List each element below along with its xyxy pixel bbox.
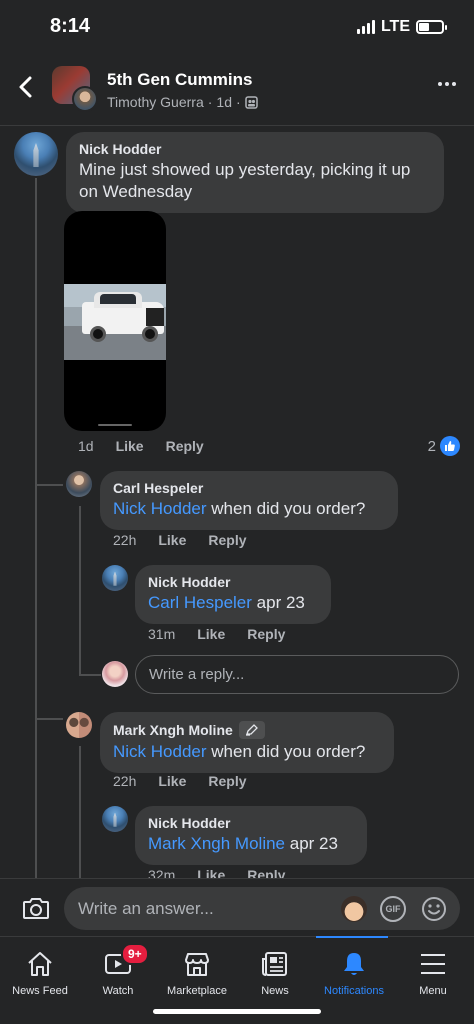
mention-link[interactable]: Carl Hespeler [148, 593, 252, 612]
reply-button[interactable]: Reply [208, 532, 246, 548]
mention-link[interactable]: Mark Xngh Moline [148, 834, 285, 853]
comment-bubble: Carl Hespeler Nick Hodder when did you o… [100, 471, 398, 530]
group-privacy-icon [244, 95, 258, 109]
comment-text: Carl Hespeler apr 23 [148, 593, 305, 612]
like-button[interactable]: Like [197, 626, 225, 642]
like-button[interactable]: Like [158, 773, 186, 789]
emoji-icon[interactable] [420, 895, 448, 923]
status-indicators: LTE [356, 18, 447, 36]
tab-menu[interactable]: Menu [393, 937, 473, 1007]
reaction-count-value: 2 [427, 437, 436, 455]
post-header: 5th Gen Cummins Timothy Guerra · 1d · [0, 56, 474, 126]
bell-icon [344, 953, 364, 975]
battery-icon [416, 20, 447, 34]
comment-author[interactable]: Nick Hodder [148, 574, 318, 590]
gif-icon[interactable]: GIF [380, 896, 406, 922]
reply-input[interactable]: Write a reply... [135, 655, 459, 694]
comment-author[interactable]: Nick Hodder [148, 815, 354, 831]
comment-author[interactable]: Mark Xngh Moline [113, 721, 381, 739]
more-options-icon[interactable] [438, 82, 456, 86]
menu-icon [421, 954, 445, 974]
avatar-sticker-icon[interactable] [341, 896, 367, 922]
avatar[interactable] [102, 565, 128, 591]
comment-text: Mine just showed up yesterday, picking i… [79, 160, 411, 201]
tab-notifications[interactable]: Notifications [314, 936, 394, 1007]
news-icon [262, 952, 287, 976]
comment-text: Mark Xngh Moline apr 23 [148, 834, 338, 853]
truck-photo [64, 284, 166, 360]
camera-icon[interactable] [22, 896, 50, 920]
marketplace-icon [185, 953, 209, 976]
comment-actions: 22h Like Reply [113, 773, 247, 789]
reaction-count[interactable]: 2 [428, 436, 460, 456]
comment-bubble: Nick Hodder Carl Hespeler apr 23 [135, 565, 331, 624]
tab-news-feed[interactable]: News Feed [0, 937, 80, 1007]
tab-label: News Feed [12, 985, 68, 997]
comment-text: Nick Hodder when did you order? [113, 499, 366, 518]
network-label: LTE [380, 18, 410, 35]
avatar[interactable] [66, 471, 92, 497]
mention-link[interactable]: Nick Hodder [113, 742, 207, 761]
avatar[interactable] [102, 806, 128, 832]
tab-watch[interactable]: 9+ Watch [78, 937, 158, 1007]
dot-separator: · [235, 94, 241, 110]
comment-bubble: Nick Hodder Mine just showed up yesterda… [66, 132, 444, 213]
comment-time: 1d [78, 438, 94, 454]
answer-placeholder: Write an answer... [78, 899, 214, 918]
home-icon [28, 952, 52, 976]
tab-label: Watch [102, 985, 134, 997]
like-button[interactable]: Like [116, 438, 144, 454]
comment-actions: 1d Like Reply [78, 438, 204, 454]
dot-separator: · [207, 94, 213, 110]
like-button[interactable]: Like [158, 532, 186, 548]
answer-composer: Write an answer... GIF [0, 878, 474, 936]
back-arrow-icon[interactable] [14, 74, 40, 100]
post-subtitle: Timothy Guerra · 1d · [107, 94, 258, 110]
comment-photo[interactable] [64, 211, 166, 431]
tab-news[interactable]: News [235, 937, 315, 1007]
thumbs-up-icon [440, 436, 460, 456]
comment-actions: 31m Like Reply [148, 626, 285, 642]
thread-connector [79, 674, 101, 676]
thread-line [79, 746, 81, 878]
comment-time: 31m [148, 626, 176, 642]
group-avatar[interactable] [52, 66, 98, 112]
tab-label: Notifications [324, 985, 384, 997]
tab-marketplace[interactable]: Marketplace [157, 937, 237, 1007]
comment-bubble: Nick Hodder Mark Xngh Moline apr 23 [135, 806, 367, 865]
thread-connector [35, 718, 63, 720]
tab-label: Marketplace [167, 985, 227, 997]
status-bar: 8:14 LTE [0, 0, 474, 56]
reply-button[interactable]: Reply [208, 773, 246, 789]
reply-button[interactable]: Reply [166, 438, 204, 454]
post-age: 1d [216, 94, 232, 110]
mention-link[interactable]: Nick Hodder [113, 499, 207, 518]
comment-text: Nick Hodder when did you order? [113, 742, 366, 761]
answer-input[interactable]: Write an answer... GIF [64, 887, 460, 930]
avatar[interactable] [14, 132, 58, 176]
comment-actions: 22h Like Reply [113, 532, 247, 548]
notification-badge: 9+ [121, 943, 149, 965]
comment-time: 22h [113, 773, 137, 789]
tab-label: Menu [419, 985, 447, 997]
thread-line [35, 178, 37, 878]
group-name[interactable]: 5th Gen Cummins [107, 70, 252, 90]
reply-button[interactable]: Reply [247, 626, 285, 642]
pen-badge-icon [238, 721, 265, 739]
current-user-avatar [102, 661, 128, 687]
comment-author[interactable]: Nick Hodder [79, 141, 431, 157]
signal-icon [356, 20, 375, 34]
comment-time: 22h [113, 532, 137, 548]
comment-author[interactable]: Carl Hespeler [113, 480, 385, 496]
comment-bubble: Mark Xngh Moline Nick Hodder when did yo… [100, 712, 394, 773]
thread-connector [35, 484, 63, 486]
thread-line [79, 506, 81, 674]
home-indicator[interactable] [153, 1009, 321, 1014]
tab-label: News [261, 985, 289, 997]
status-time: 8:14 [50, 15, 91, 37]
poster-name[interactable]: Timothy Guerra [107, 94, 204, 110]
avatar[interactable] [66, 712, 92, 738]
